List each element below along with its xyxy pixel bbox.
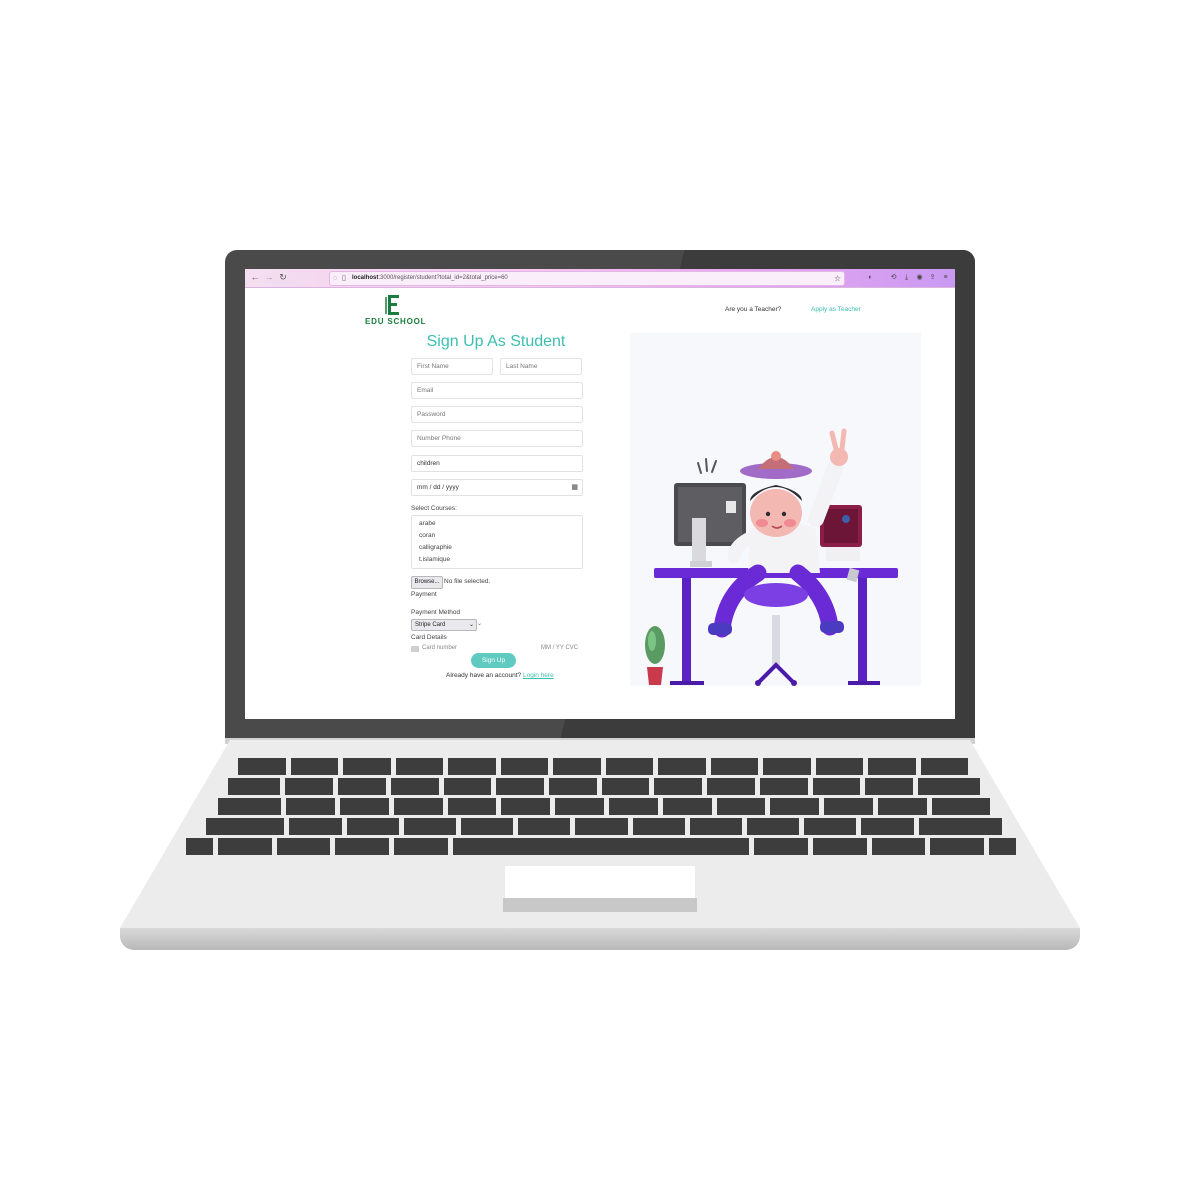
extensions-icon[interactable]: ⇪ — [927, 272, 938, 283]
courses-label: Select Courses: — [411, 505, 457, 512]
apply-as-teacher-link[interactable]: Apply as Teacher — [811, 306, 861, 313]
chevron-down-icon: ⌄ — [468, 622, 474, 628]
payment-method-select[interactable]: Stripe Card ⌄ — [411, 619, 477, 631]
card-number-placeholder: Card number — [422, 645, 458, 651]
login-prompt: Already have an account? Login here — [446, 672, 554, 679]
last-name-input[interactable]: Last Name — [500, 358, 582, 375]
history-icon[interactable]: ⟲ — [888, 272, 899, 283]
page-icon: ▯ — [342, 275, 346, 282]
first-name-input[interactable]: First Name — [411, 358, 493, 375]
login-link[interactable]: Login here — [523, 672, 554, 679]
payment-method-label: Payment Method — [411, 609, 461, 616]
file-status: No file selected. — [444, 578, 491, 585]
trackpad-edge — [503, 898, 697, 912]
phone-input[interactable]: Number Phone — [411, 430, 583, 447]
category-input[interactable]: children — [411, 455, 583, 472]
already-text: Already have an account? — [446, 672, 522, 679]
credit-card-icon — [411, 646, 419, 652]
course-option[interactable]: t.islamique — [419, 556, 450, 563]
course-option[interactable]: arabe — [419, 520, 436, 527]
address-bar[interactable]: ◌ ▯ localhost:3000/register/student?tota… — [329, 271, 845, 286]
laptop-screen: ← → ↻ ◌ ▯ localhost:3000/register/studen… — [245, 269, 955, 719]
course-option[interactable]: calligraphie — [419, 544, 452, 551]
shield-icon: ◌ — [333, 275, 338, 282]
student-illustration — [630, 333, 921, 686]
trackpad — [505, 866, 695, 898]
menu-icon[interactable]: ≡ — [940, 272, 951, 283]
laptop-base — [120, 928, 1080, 950]
pocket-icon[interactable]: ◐ — [865, 272, 876, 283]
birthdate-input[interactable]: mm / dd / yyyy ▦ — [411, 479, 583, 496]
illustration-svg — [645, 428, 898, 686]
reload-icon[interactable]: ↻ — [277, 271, 289, 284]
back-icon[interactable]: ← — [249, 271, 261, 284]
calendar-icon[interactable]: ▦ — [571, 480, 578, 495]
teacher-question: Are you a Teacher? — [725, 306, 782, 313]
select-help-icon: ⌄ — [477, 621, 483, 627]
forward-icon[interactable]: → — [263, 271, 275, 284]
browse-file-button[interactable]: Browse... — [411, 576, 443, 589]
edu-school-logo-icon — [385, 295, 399, 315]
bookmark-star-icon[interactable]: ☆ — [834, 272, 841, 285]
password-input[interactable]: Password — [411, 406, 583, 423]
email-input[interactable]: Email — [411, 382, 583, 399]
card-expiry-cvc-placeholder: MM / YY CVC — [541, 645, 579, 651]
payment-label: Payment — [411, 591, 437, 598]
courses-multiselect[interactable]: arabe coran calligraphie t.islamique — [411, 515, 583, 569]
account-icon[interactable]: ◉ — [914, 272, 925, 283]
card-details-label: Card Details — [411, 634, 447, 641]
url-text: localhost:3000/register/student?total_id… — [352, 275, 508, 281]
download-icon[interactable]: ⤓ — [901, 272, 912, 283]
browser-toolbar: ← → ↻ ◌ ▯ localhost:3000/register/studen… — [245, 269, 955, 288]
course-option[interactable]: coran — [419, 532, 435, 539]
logo-text: EDU SCHOOL — [365, 317, 427, 326]
sign-up-button[interactable]: Sign Up — [471, 653, 516, 668]
page-title: Sign Up As Student — [426, 333, 566, 350]
